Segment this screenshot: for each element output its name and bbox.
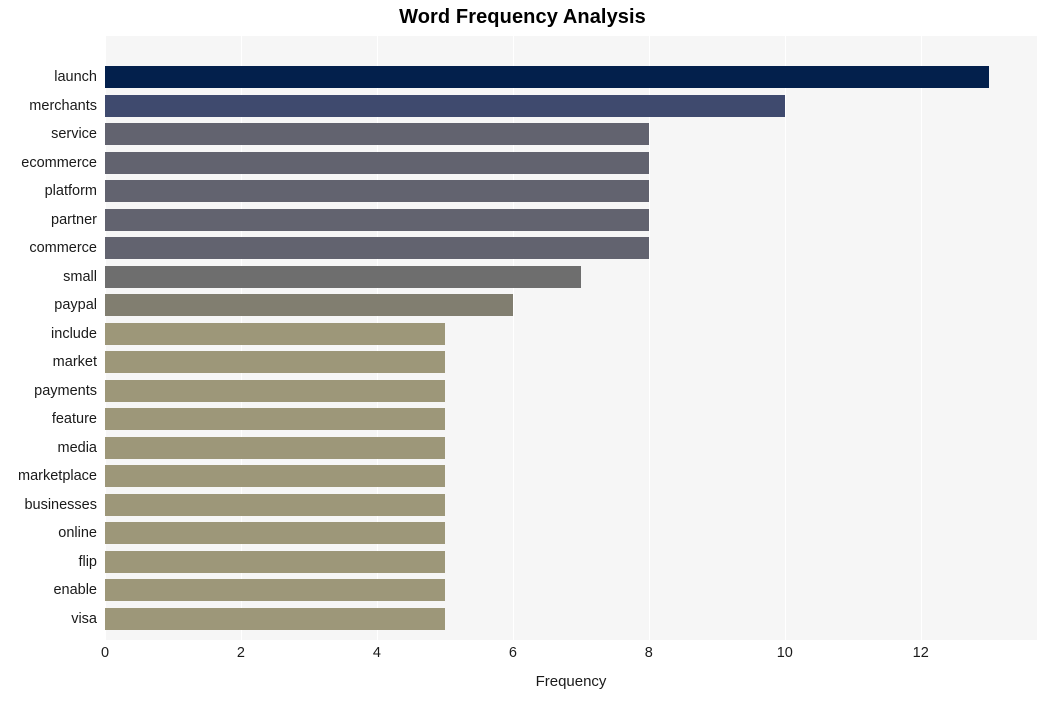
bar-row (105, 263, 1037, 292)
x-axis-tick-label: 6 (508, 645, 517, 661)
y-axis-tick-label: feature (51, 411, 97, 427)
bar-row (105, 405, 1037, 434)
chart-figure: Word Frequency Analysis launch merchants s… (0, 0, 1045, 701)
bar[interactable] (105, 579, 445, 602)
bar-row (105, 291, 1037, 320)
bar-row (105, 576, 1037, 605)
y-axis-tick-label: enable (53, 582, 97, 598)
bar[interactable] (105, 123, 649, 146)
x-axis-tick-label: 0 (100, 645, 110, 661)
x-axis-tick-label: 10 (776, 645, 793, 661)
x-axis-title: Frequency (535, 673, 607, 690)
bar-row (105, 120, 1037, 149)
bar[interactable] (105, 265, 581, 288)
bar-row (105, 605, 1037, 634)
bar[interactable] (105, 408, 445, 431)
y-axis-tick-label: media (57, 439, 98, 456)
y-axis-tick-label: businesses (24, 496, 97, 513)
bar[interactable] (105, 436, 445, 459)
bar-row (105, 348, 1037, 377)
x-axis-tick-labels: 0 2 4 6 8 10 12 (0, 645, 1045, 667)
y-axis-tick-label: payments (34, 382, 97, 399)
x-axis-tick-label: 12 (912, 645, 929, 661)
y-axis-tick-label: merchants (29, 97, 97, 114)
y-axis-tick-label: launch (54, 69, 97, 85)
bar-row (105, 234, 1037, 263)
chart-title: Word Frequency Analysis (399, 6, 646, 28)
bar[interactable] (105, 208, 649, 231)
bar[interactable] (105, 237, 649, 260)
y-axis-tick-label: platform (44, 183, 97, 199)
y-axis-tick-label: commerce (29, 240, 97, 256)
bar-row (105, 177, 1037, 206)
y-axis-tick-label: flip (78, 553, 97, 570)
bar-row (105, 462, 1037, 491)
bar[interactable] (105, 493, 445, 516)
y-axis-tick-label: partner (51, 211, 97, 228)
y-axis-tick-label: paypal (54, 297, 97, 313)
bar-row (105, 548, 1037, 577)
plot-area (105, 36, 1037, 640)
bar-row (105, 206, 1037, 235)
y-axis-tick-label: ecommerce (21, 154, 97, 171)
bar-row (105, 63, 1037, 92)
bar-row (105, 491, 1037, 520)
y-axis-tick-label: online (58, 525, 97, 541)
bar-row (105, 519, 1037, 548)
y-axis-tick-label: small (63, 268, 97, 285)
bar[interactable] (105, 322, 445, 345)
y-axis-tick-label: include (51, 325, 97, 342)
bar[interactable] (105, 180, 649, 203)
bar[interactable] (105, 294, 513, 317)
bar[interactable] (105, 151, 649, 174)
bar-row (105, 377, 1037, 406)
y-axis-category-labels: launch merchants service ecommerce platform p… (0, 36, 97, 640)
bar-row (105, 320, 1037, 349)
bar[interactable] (105, 465, 445, 488)
bar-row (105, 92, 1037, 121)
x-axis-tick-label: 4 (372, 645, 381, 661)
bar[interactable] (105, 351, 445, 374)
bar-row (105, 434, 1037, 463)
bar[interactable] (105, 607, 445, 630)
y-axis-tick-label: service (51, 126, 97, 142)
bar[interactable] (105, 522, 445, 545)
bar[interactable] (105, 66, 989, 89)
bar[interactable] (105, 94, 785, 117)
bar-row (105, 149, 1037, 178)
bar[interactable] (105, 379, 445, 402)
y-axis-tick-label: market (52, 354, 97, 370)
y-axis-tick-label: marketplace (18, 468, 97, 484)
x-axis-tick-label: 8 (644, 645, 653, 661)
y-axis-tick-label: visa (71, 610, 97, 627)
x-axis-tick-label: 2 (236, 645, 245, 661)
bar[interactable] (105, 550, 445, 573)
